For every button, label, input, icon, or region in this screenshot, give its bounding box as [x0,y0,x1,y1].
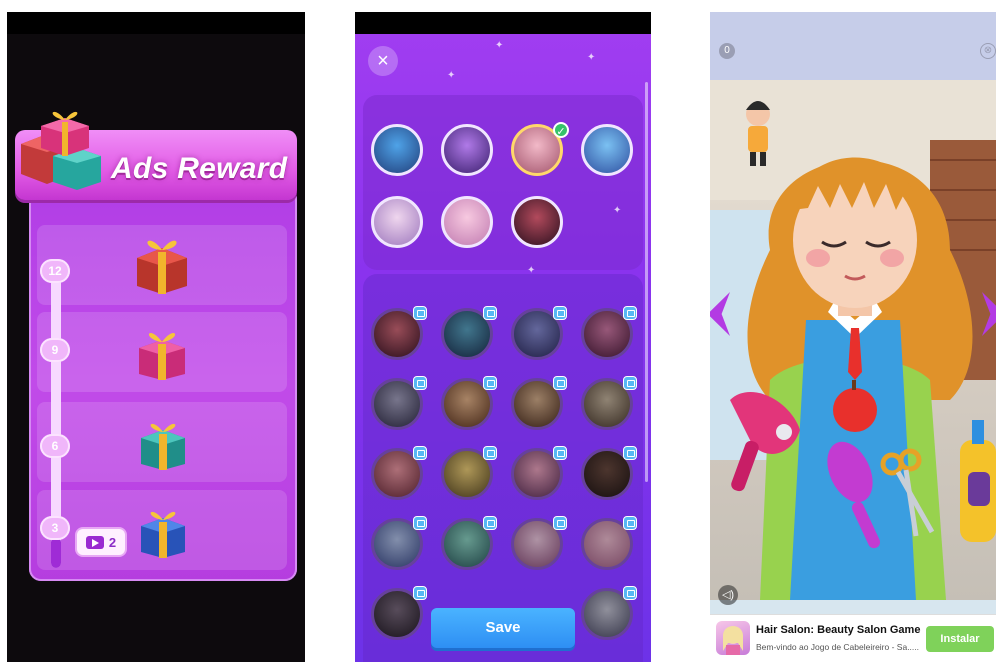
avatar-option[interactable] [441,124,493,176]
milestone-node: 12 [40,259,70,283]
avatar-option[interactable] [371,124,423,176]
lock-icon [623,516,637,530]
lock-icon [483,516,497,530]
status-bar [355,12,651,34]
lock-icon [483,376,497,390]
gift-box-teal-icon [141,423,185,470]
save-button[interactable]: Save [431,608,575,648]
lock-icon [413,586,427,600]
ad-countdown: 0 [719,43,735,59]
sparkle-icon: ✦ [447,70,456,81]
lock-icon [483,306,497,320]
lock-icon [413,446,427,460]
ads-watched-count: 2 [108,534,117,550]
sparkle-icon: ✦ [527,265,536,276]
ad-title: Hair Salon: Beauty Salon Game [756,624,921,636]
game-scene [710,80,996,600]
avatar-option[interactable] [511,196,563,248]
lock-icon [553,306,567,320]
status-bar [7,12,305,34]
lock-icon [413,516,427,530]
sparkle-icon: ✦ [587,52,596,63]
ads-reward-screen: 12 9 6 3 2 Ads Reward [7,12,305,662]
gift-box-pink-icon [139,333,185,380]
sparkle-icon: ✦ [613,205,622,216]
avatar-option[interactable] [441,196,493,248]
milestone-node: 9 [40,338,70,362]
selected-check-icon: ✓ [553,122,569,138]
close-ad-button[interactable]: ⊗ [980,43,996,59]
sparkle-icon: ✦ [495,40,504,51]
lock-icon [623,376,637,390]
progress-fill [51,537,61,568]
lock-icon [623,586,637,600]
gift-box-large-icon [137,240,187,294]
install-banner[interactable]: Hair Salon: Beauty Salon Game Bem-vindo … [710,614,996,662]
hair-salon-ad-screen: 0 ⊗ ◁) Hair Salon: Beauty Salon Game Bem… [710,12,996,662]
hair-salon-illustration [710,80,996,600]
ads-watched-badge: 2 [77,529,125,555]
milestone-node: 6 [40,434,70,458]
lock-icon [413,376,427,390]
lock-icon [553,446,567,460]
sound-toggle-icon[interactable]: ◁) [718,585,738,605]
lock-icon [413,306,427,320]
avatar-picker-screen: ✦ ✦ ✦ × ✦ ✦ ✓ Save [355,12,651,662]
ad-subtitle: Bem-vindo ao Jogo de Cabeleireiro - Sa..… [756,642,920,652]
avatar-option[interactable] [371,196,423,248]
lock-icon [483,446,497,460]
close-button[interactable]: × [368,46,398,76]
app-icon [716,621,750,655]
install-button[interactable]: Instalar [926,626,994,652]
video-play-icon [85,535,104,549]
lock-icon [623,446,637,460]
scrollbar[interactable] [645,82,648,482]
milestone-node: 3 [40,516,70,540]
lock-icon [553,376,567,390]
avatar-option[interactable] [581,124,633,176]
ad-top-strip [710,12,996,80]
lock-icon [623,306,637,320]
gift-pile-icon [21,111,101,190]
lock-icon [553,516,567,530]
gift-box-blue-icon [141,511,185,558]
header-title: Ads Reward [111,152,288,185]
